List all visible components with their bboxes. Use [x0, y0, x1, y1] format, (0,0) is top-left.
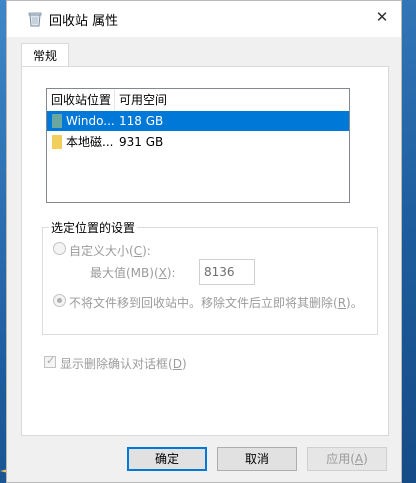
list-header: 回收站位置 可用空间	[47, 89, 349, 112]
location-cell: 本地磁...	[66, 135, 114, 149]
recycle-bin-location-list[interactable]: 回收站位置 可用空间 Windo... 118 GB 本地磁... 931 GB	[46, 88, 350, 203]
confirm-delete-checkbox[interactable]: ✓	[44, 354, 56, 368]
selected-location-settings-group: 选定位置的设置 自定义大小(C): 最大值(MB)(X): 8136 不将文件移…	[42, 219, 378, 335]
window-title: 回收站 属性	[49, 14, 119, 29]
ok-button[interactable]: 确定	[127, 447, 207, 471]
title-bar: 回收站 属性 ✕	[7, 1, 401, 37]
free-space-cell: 118 GB	[119, 114, 164, 128]
delete-immediately-label: 不将文件移到回收站中。移除文件后立即将其删除(R)。	[69, 296, 363, 310]
custom-size-radio[interactable]	[53, 242, 66, 255]
drive-icon	[52, 135, 62, 149]
recycle-bin-properties-dialog: 回收站 属性 ✕ 常规 回收站位置 可用空间 Windo... 118 GB 本…	[6, 0, 402, 483]
max-size-label: 最大值(MB)(X):	[90, 266, 176, 280]
cancel-button[interactable]: 取消	[217, 447, 297, 471]
location-cell: Windo...	[66, 114, 115, 128]
column-header-location[interactable]: 回收站位置	[47, 89, 115, 111]
group-label: 选定位置的设置	[49, 219, 138, 236]
checkmark-icon: ✓	[46, 354, 56, 367]
apply-button[interactable]: 应用(A)	[307, 447, 387, 471]
close-icon: ✕	[375, 8, 389, 26]
free-space-cell: 931 GB	[119, 135, 164, 149]
recycle-bin-icon	[28, 12, 42, 27]
max-size-input[interactable]: 8136	[199, 259, 255, 285]
drive-icon	[52, 114, 62, 128]
list-item[interactable]: Windo... 118 GB	[47, 111, 349, 131]
column-header-free-space[interactable]: 可用空间	[115, 89, 235, 111]
close-button[interactable]: ✕	[369, 5, 395, 29]
confirm-delete-label: 显示删除确认对话框(D)	[60, 357, 187, 371]
general-tab-panel: 回收站位置 可用空间 Windo... 118 GB 本地磁... 931 GB…	[21, 66, 389, 436]
list-item[interactable]: 本地磁... 931 GB	[47, 132, 349, 152]
delete-immediately-radio[interactable]	[53, 294, 66, 307]
tab-general[interactable]: 常规	[21, 43, 69, 67]
custom-size-label: 自定义大小(C):	[69, 244, 151, 258]
